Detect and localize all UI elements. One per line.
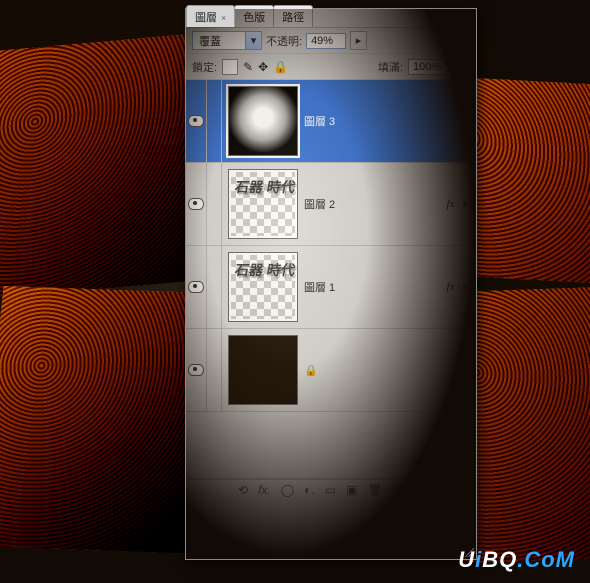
tab-layers[interactable]: 圖層 × xyxy=(186,5,235,27)
layer-name[interactable]: 背景 xyxy=(186,9,476,559)
close-icon[interactable]: × xyxy=(221,13,226,23)
layer-row[interactable]: 背景 🔒 xyxy=(186,329,476,412)
layers-list: 圖層 3 石器 時代 圖層 2 fx▾ 石器 時代 圖層 1 fx▾ 背景 🔒 xyxy=(186,80,476,479)
layers-panel: 圖層× 色版 路徑 ▾ ✕ ≡ 覆蓋 ▾ 不透明: 49% ▸ 鎖定: ✎ ✥ … xyxy=(185,8,477,560)
tab-label: 圖層 xyxy=(195,12,217,24)
watermark: UiBQ.CoM xyxy=(458,549,575,571)
